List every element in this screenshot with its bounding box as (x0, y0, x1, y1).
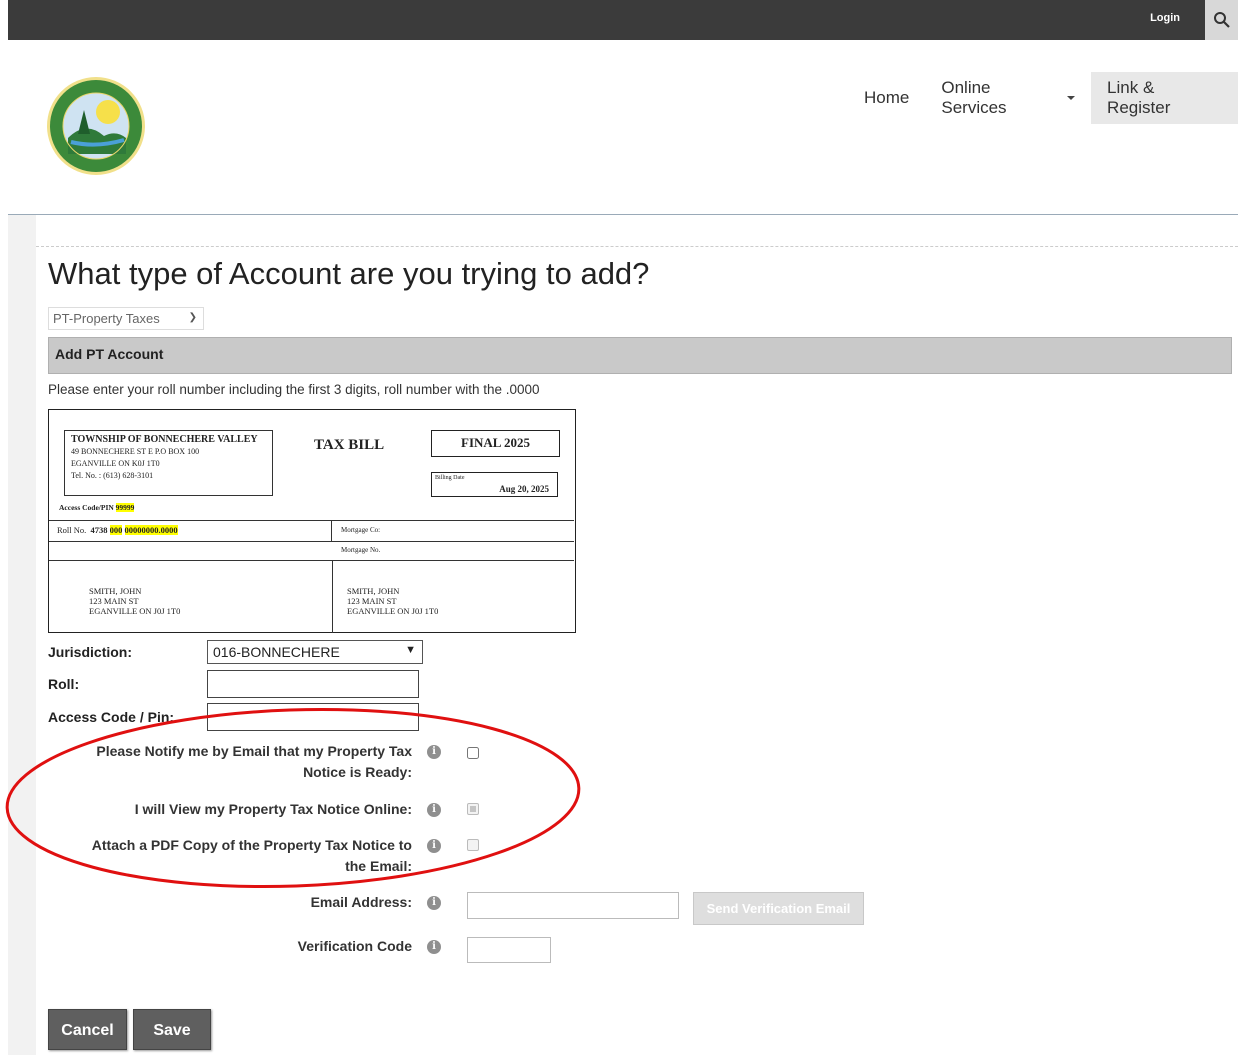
bill-phone: Tel. No. : (613) 628-3101 (71, 471, 154, 480)
caret-down-icon (1067, 96, 1076, 100)
panel-header: Add PT Account (48, 337, 1232, 374)
nav-online-services[interactable]: Online Services (925, 72, 1091, 124)
bill-access-pin: Access Code/PIN 99999 (59, 503, 135, 512)
chevron-down-icon: ▼ (405, 644, 416, 656)
bill-access-label: Access Code/PIN (59, 503, 114, 512)
bill-owner-city: EGANVILLE ON J0J 1T0 (347, 606, 439, 616)
bill-owner-name: SMITH, JOHN (89, 586, 142, 596)
bill-roll-part2: 00000000.0000 (124, 525, 178, 535)
account-type-select[interactable]: PT-Property Taxes ❯ (48, 307, 204, 330)
bill-address1: 49 BONNECHERE ST E P.O BOX 100 (71, 447, 200, 456)
bill-access-value: 99999 (115, 503, 135, 512)
send-verification-email-button[interactable]: Send Verification Email (693, 892, 864, 925)
jurisdiction-value: 016-BONNECHERE (213, 644, 340, 660)
bill-divider (332, 561, 333, 633)
bill-address2: EGANVILLE ON K0J 1T0 (71, 459, 160, 468)
bill-owner-name: SMITH, JOHN (347, 586, 400, 596)
bill-roll-row: Roll No. 4738 000 00000000.0000 Mortgage… (49, 520, 574, 542)
verification-code-input[interactable] (467, 937, 551, 963)
bill-mortgage-row: Mortgage No. (49, 541, 574, 561)
bill-owner-address-right: SMITH, JOHN 123 MAIN ST EGANVILLE ON J0J… (347, 586, 438, 616)
search-icon (1213, 12, 1230, 28)
top-bar: Login (8, 0, 1238, 40)
content-divider (36, 246, 1238, 247)
bill-roll-prefix: 4738 (90, 525, 108, 535)
bill-owner-address-left: SMITH, JOHN 123 MAIN ST EGANVILLE ON J0J… (89, 586, 180, 616)
nav-link-register[interactable]: Link & Register (1091, 72, 1238, 124)
sample-tax-bill-image: TOWNSHIP OF BONNECHERE VALLEY 49 BONNECH… (48, 409, 576, 633)
bill-mortgage-co: Mortgage Co: (341, 526, 381, 534)
chevron-down-icon: ❯ (188, 312, 197, 323)
bill-municipality: TOWNSHIP OF BONNECHERE VALLEY (71, 434, 258, 445)
bill-owner-city: EGANVILLE ON J0J 1T0 (89, 606, 181, 616)
page-title: What type of Account are you trying to a… (48, 256, 650, 291)
info-icon[interactable]: i (427, 940, 441, 954)
side-strip (8, 215, 36, 1055)
bill-owner-street: 123 MAIN ST (347, 596, 397, 606)
verification-code-label: Verification Code (297, 938, 412, 954)
bill-title: TAX BILL (314, 437, 385, 453)
bill-date-label: Billing Date (435, 475, 465, 481)
jurisdiction-label: Jurisdiction: (48, 644, 133, 660)
bill-mortgage-no: Mortgage No. (341, 546, 381, 554)
jurisdiction-select[interactable]: 016-BONNECHERE ▼ (207, 640, 423, 664)
bill-sender-box: TOWNSHIP OF BONNECHERE VALLEY 49 BONNECH… (64, 430, 273, 496)
bill-date-value: Aug 20, 2025 (499, 484, 549, 494)
nav-link-register-label: Link & Register (1107, 78, 1171, 117)
cancel-button[interactable]: Cancel (48, 1009, 127, 1050)
bill-divider (331, 521, 332, 541)
nav-home-label: Home (864, 88, 910, 107)
account-type-value: PT-Property Taxes (53, 311, 160, 326)
main-nav: Home Online Services Link & Register (848, 72, 1238, 124)
annotation-ellipse (5, 707, 581, 889)
roll-input[interactable] (207, 670, 419, 698)
header-divider (8, 214, 1238, 215)
bill-roll-part1: 000 (109, 525, 123, 535)
nav-online-services-label: Online Services (941, 78, 1007, 117)
bill-final-box: FINAL 2025 (431, 430, 560, 457)
bill-date-box: Billing Date Aug 20, 2025 (431, 472, 558, 497)
roll-label: Roll: (48, 676, 80, 692)
login-link[interactable]: Login (1150, 12, 1180, 24)
bill-roll-label: Roll No. (57, 525, 87, 535)
search-button[interactable] (1205, 0, 1238, 40)
township-logo[interactable] (46, 76, 146, 176)
save-button[interactable]: Save (133, 1009, 211, 1050)
nav-home[interactable]: Home (848, 72, 925, 124)
bill-roll: Roll No. 4738 000 00000000.0000 (57, 525, 178, 535)
instructions-text: Please enter your roll number including … (48, 382, 540, 397)
bill-owner-street: 123 MAIN ST (89, 596, 139, 606)
